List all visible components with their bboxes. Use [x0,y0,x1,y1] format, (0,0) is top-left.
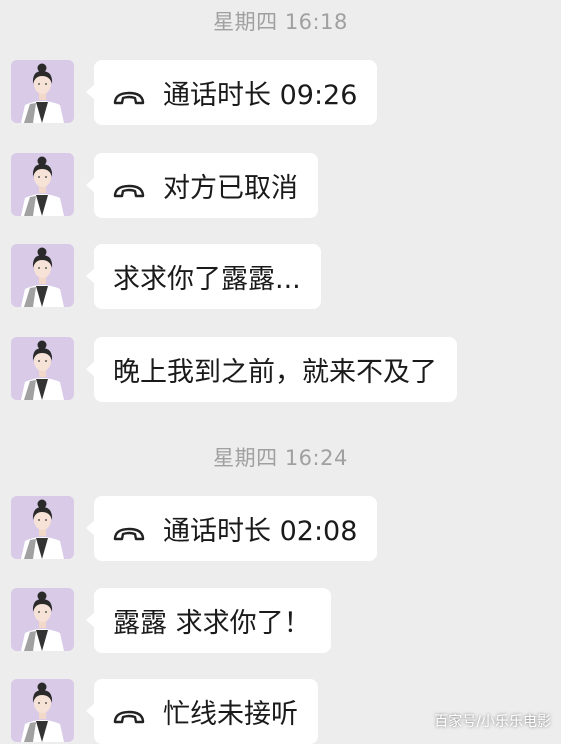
phone-hangup-icon [113,519,145,540]
call-record-bubble[interactable]: 通话时长 02:08 [85,496,378,561]
message-text: 露露 求求你了！ [113,608,311,639]
message-text: 忙线未接听 [163,699,298,730]
call-record-bubble[interactable]: 忙线未接听 [86,679,318,744]
contact-avatar[interactable] [11,496,74,559]
call-record-bubble[interactable]: 对方已取消 [86,153,318,218]
contact-avatar[interactable] [11,588,74,651]
text-message-bubble[interactable]: 露露 求求你了！ [86,588,331,653]
text-message-bubble[interactable]: 求求你了露露... [86,244,321,309]
timestamp-divider: 星期四 16:18 [213,10,348,34]
text-message-bubble[interactable]: 晚上我到之前，就来不及了 [86,337,457,402]
message-text: 通话时长 02:08 [163,516,358,547]
contact-avatar[interactable] [11,153,74,216]
call-record-bubble[interactable]: 通话时长 09:26 [85,60,378,125]
phone-hangup-icon [113,176,145,197]
message-text: 求求你了露露... [113,264,301,295]
contact-avatar[interactable] [11,244,74,307]
watermark: 百家号/小乐乐电影 [434,714,551,730]
message-text: 通话时长 09:26 [163,80,358,111]
contact-avatar[interactable] [11,679,74,742]
phone-hangup-icon [113,83,145,104]
contact-avatar[interactable] [11,337,74,400]
timestamp-divider: 星期四 16:24 [213,446,348,470]
contact-avatar[interactable] [11,60,74,123]
message-text: 对方已取消 [163,173,298,204]
message-text: 晚上我到之前，就来不及了 [113,357,437,388]
phone-hangup-icon [113,702,145,723]
